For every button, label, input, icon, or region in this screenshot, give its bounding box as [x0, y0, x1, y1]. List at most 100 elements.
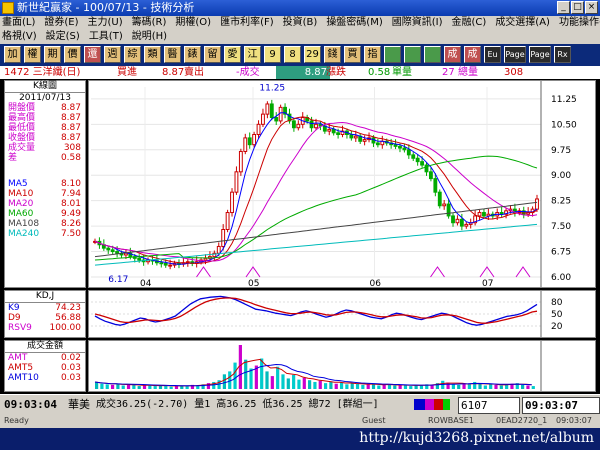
- ma-value: 7.50: [60, 229, 81, 239]
- stock-code-name[interactable]: 1472 三洋纖(日): [4, 66, 80, 79]
- amount-label: AMT10: [8, 373, 39, 383]
- amount-bar: [276, 366, 280, 389]
- toolbar-button[interactable]: 江: [244, 46, 261, 63]
- kline-chart[interactable]: 11.25 10.50 9.75 9.00 8.25 7.50 6.75 6.00 04 05 06…: [88, 80, 596, 289]
- taskbar: http://kujd3268.pixnet.net/album: [0, 428, 600, 450]
- kd-chart[interactable]: 80 50 20: [88, 290, 596, 338]
- toolbar-button[interactable]: 期: [44, 46, 61, 63]
- amount-bar: [286, 378, 290, 389]
- toolbar-button[interactable]: 還: [84, 46, 101, 63]
- minimize-button[interactable]: _: [557, 1, 570, 14]
- toolbar-button[interactable]: 愛: [224, 46, 241, 63]
- toolbar-button[interactable]: 權: [24, 46, 41, 63]
- candle-body: [221, 229, 226, 247]
- menu-item[interactable]: 操盤密碼(M): [326, 17, 382, 28]
- menu-row-1: 畫面(L) 證券(E) 主力(U) 籌碼(R) 期權(O) 匯市利率(F) 投資(B) 操盤密…: [2, 16, 600, 30]
- menu-item[interactable]: 證券(E): [44, 17, 78, 28]
- menu-item[interactable]: 成交選擇(A): [495, 17, 550, 28]
- toolbar-button[interactable]: 綜: [124, 46, 141, 63]
- toolbar-button[interactable]: [384, 46, 401, 63]
- ma-label: MA108: [8, 219, 40, 229]
- toolbar-button[interactable]: 錶: [184, 46, 201, 63]
- candle-body: [482, 212, 486, 217]
- menu-item[interactable]: 投資(B): [283, 17, 318, 28]
- toolbar-button[interactable]: 類: [144, 46, 161, 63]
- candle-body: [168, 264, 173, 267]
- kd-rows: K9 74.23 D9 56.88 RSV9 100.00: [5, 303, 85, 333]
- toolbar-button[interactable]: Page: [529, 46, 551, 63]
- candle-body: [375, 142, 380, 146]
- status-code-box[interactable]: 6107: [458, 397, 520, 414]
- toolbar-button[interactable]: 醫: [164, 46, 181, 63]
- close-button[interactable]: ×: [585, 1, 598, 14]
- candle-body: [269, 103, 274, 119]
- menu-item[interactable]: 金融(C): [452, 17, 487, 28]
- amount-bar: [467, 384, 471, 389]
- toolbar-button[interactable]: 加: [4, 46, 21, 63]
- kline-row: 開盤價 8.87: [5, 103, 85, 113]
- menu-item[interactable]: 國際資訊(I): [392, 17, 443, 28]
- menu-item[interactable]: 籌碼(R): [132, 17, 167, 28]
- candle-body: [327, 128, 332, 132]
- status-quote-text: 成交36.25(-2.70) 量1 高36.25 低36.25 總72 [群組一…: [96, 399, 379, 410]
- toolbar-button[interactable]: Page: [504, 46, 526, 63]
- menu-item[interactable]: 設定(S): [46, 31, 80, 42]
- amount-bar: [260, 358, 264, 389]
- window-title: 新世紀贏家 - 100/07/13 - 技術分析: [17, 1, 195, 14]
- amount-bar: [526, 385, 530, 389]
- menu-item[interactable]: 說明(H): [132, 31, 167, 42]
- toolbar-button[interactable]: 錢: [324, 46, 341, 63]
- menu-item[interactable]: 工具(T): [89, 31, 123, 42]
- toolbar-button[interactable]: Rx: [554, 46, 571, 63]
- menu-item[interactable]: 期權(O): [175, 17, 211, 28]
- kline-price-rows: 開盤價 8.87 最高價 8.87 最低價 8.87 收盤價 8.87 成交量 308 差 0.58: [5, 103, 85, 163]
- amount-label: AMT5: [8, 363, 34, 373]
- toolbar-button[interactable]: 9: [264, 46, 281, 63]
- amount-bar: [292, 374, 296, 389]
- toolbar-button[interactable]: Eu: [484, 46, 501, 63]
- amount-bar: [121, 385, 125, 389]
- menu-item[interactable]: 匯市利率(F): [220, 17, 274, 28]
- y-tick-label: 6.00: [551, 273, 571, 283]
- kd-label: K9: [8, 303, 20, 313]
- maximize-button[interactable]: □: [571, 1, 584, 14]
- ma-line: [94, 201, 538, 258]
- amount-chart[interactable]: [88, 340, 596, 392]
- toolbar-button[interactable]: 成: [444, 46, 461, 63]
- min-price-label: 6.17: [108, 275, 128, 285]
- toolbar-button[interactable]: 指: [364, 46, 381, 63]
- toolbar-button[interactable]: 成: [464, 46, 481, 63]
- kd-row: K9 74.23: [5, 303, 85, 313]
- menu-item[interactable]: 畫面(L): [2, 17, 35, 28]
- toolbar-button[interactable]: 8: [284, 46, 301, 63]
- candle-body: [411, 154, 416, 159]
- amount-bar: [185, 386, 189, 389]
- menu-item[interactable]: 功能操作(E): [559, 17, 600, 28]
- kd-label: RSV9: [8, 323, 32, 333]
- amount-row: AMT5 0.03: [5, 363, 85, 373]
- toolbar-button[interactable]: [404, 46, 421, 63]
- candle-body: [451, 215, 455, 224]
- amount-bar: [334, 383, 338, 389]
- toolbar-button[interactable]: [424, 46, 441, 63]
- trade-label: -成交: [236, 67, 260, 78]
- title-bar[interactable]: 新世紀贏家 - 100/07/13 - 技術分析 _ □ ×: [0, 0, 600, 16]
- toolbar-button[interactable]: 留: [204, 46, 221, 63]
- menu-item[interactable]: 主力(U): [88, 17, 123, 28]
- candle-body: [309, 120, 314, 129]
- amount-bar: [377, 385, 381, 389]
- amount-bar: [361, 384, 365, 389]
- candle-body: [455, 218, 460, 224]
- sell-label: 賣出: [184, 67, 204, 78]
- toolbar-button[interactable]: 週: [104, 46, 121, 63]
- id-text: 0EAD2720_1: [496, 416, 548, 425]
- toolbar-button[interactable]: 價: [64, 46, 81, 63]
- total-volume: 308: [504, 67, 524, 78]
- toolbar-button[interactable]: 買: [344, 46, 361, 63]
- menu-item[interactable]: 格視(V): [2, 31, 37, 42]
- row-value: 8.87: [60, 123, 81, 133]
- toolbar-button[interactable]: 29: [304, 46, 321, 63]
- signal-marker: [515, 266, 531, 278]
- ma-line: [94, 121, 538, 262]
- y-tick-label: 9.00: [551, 171, 571, 181]
